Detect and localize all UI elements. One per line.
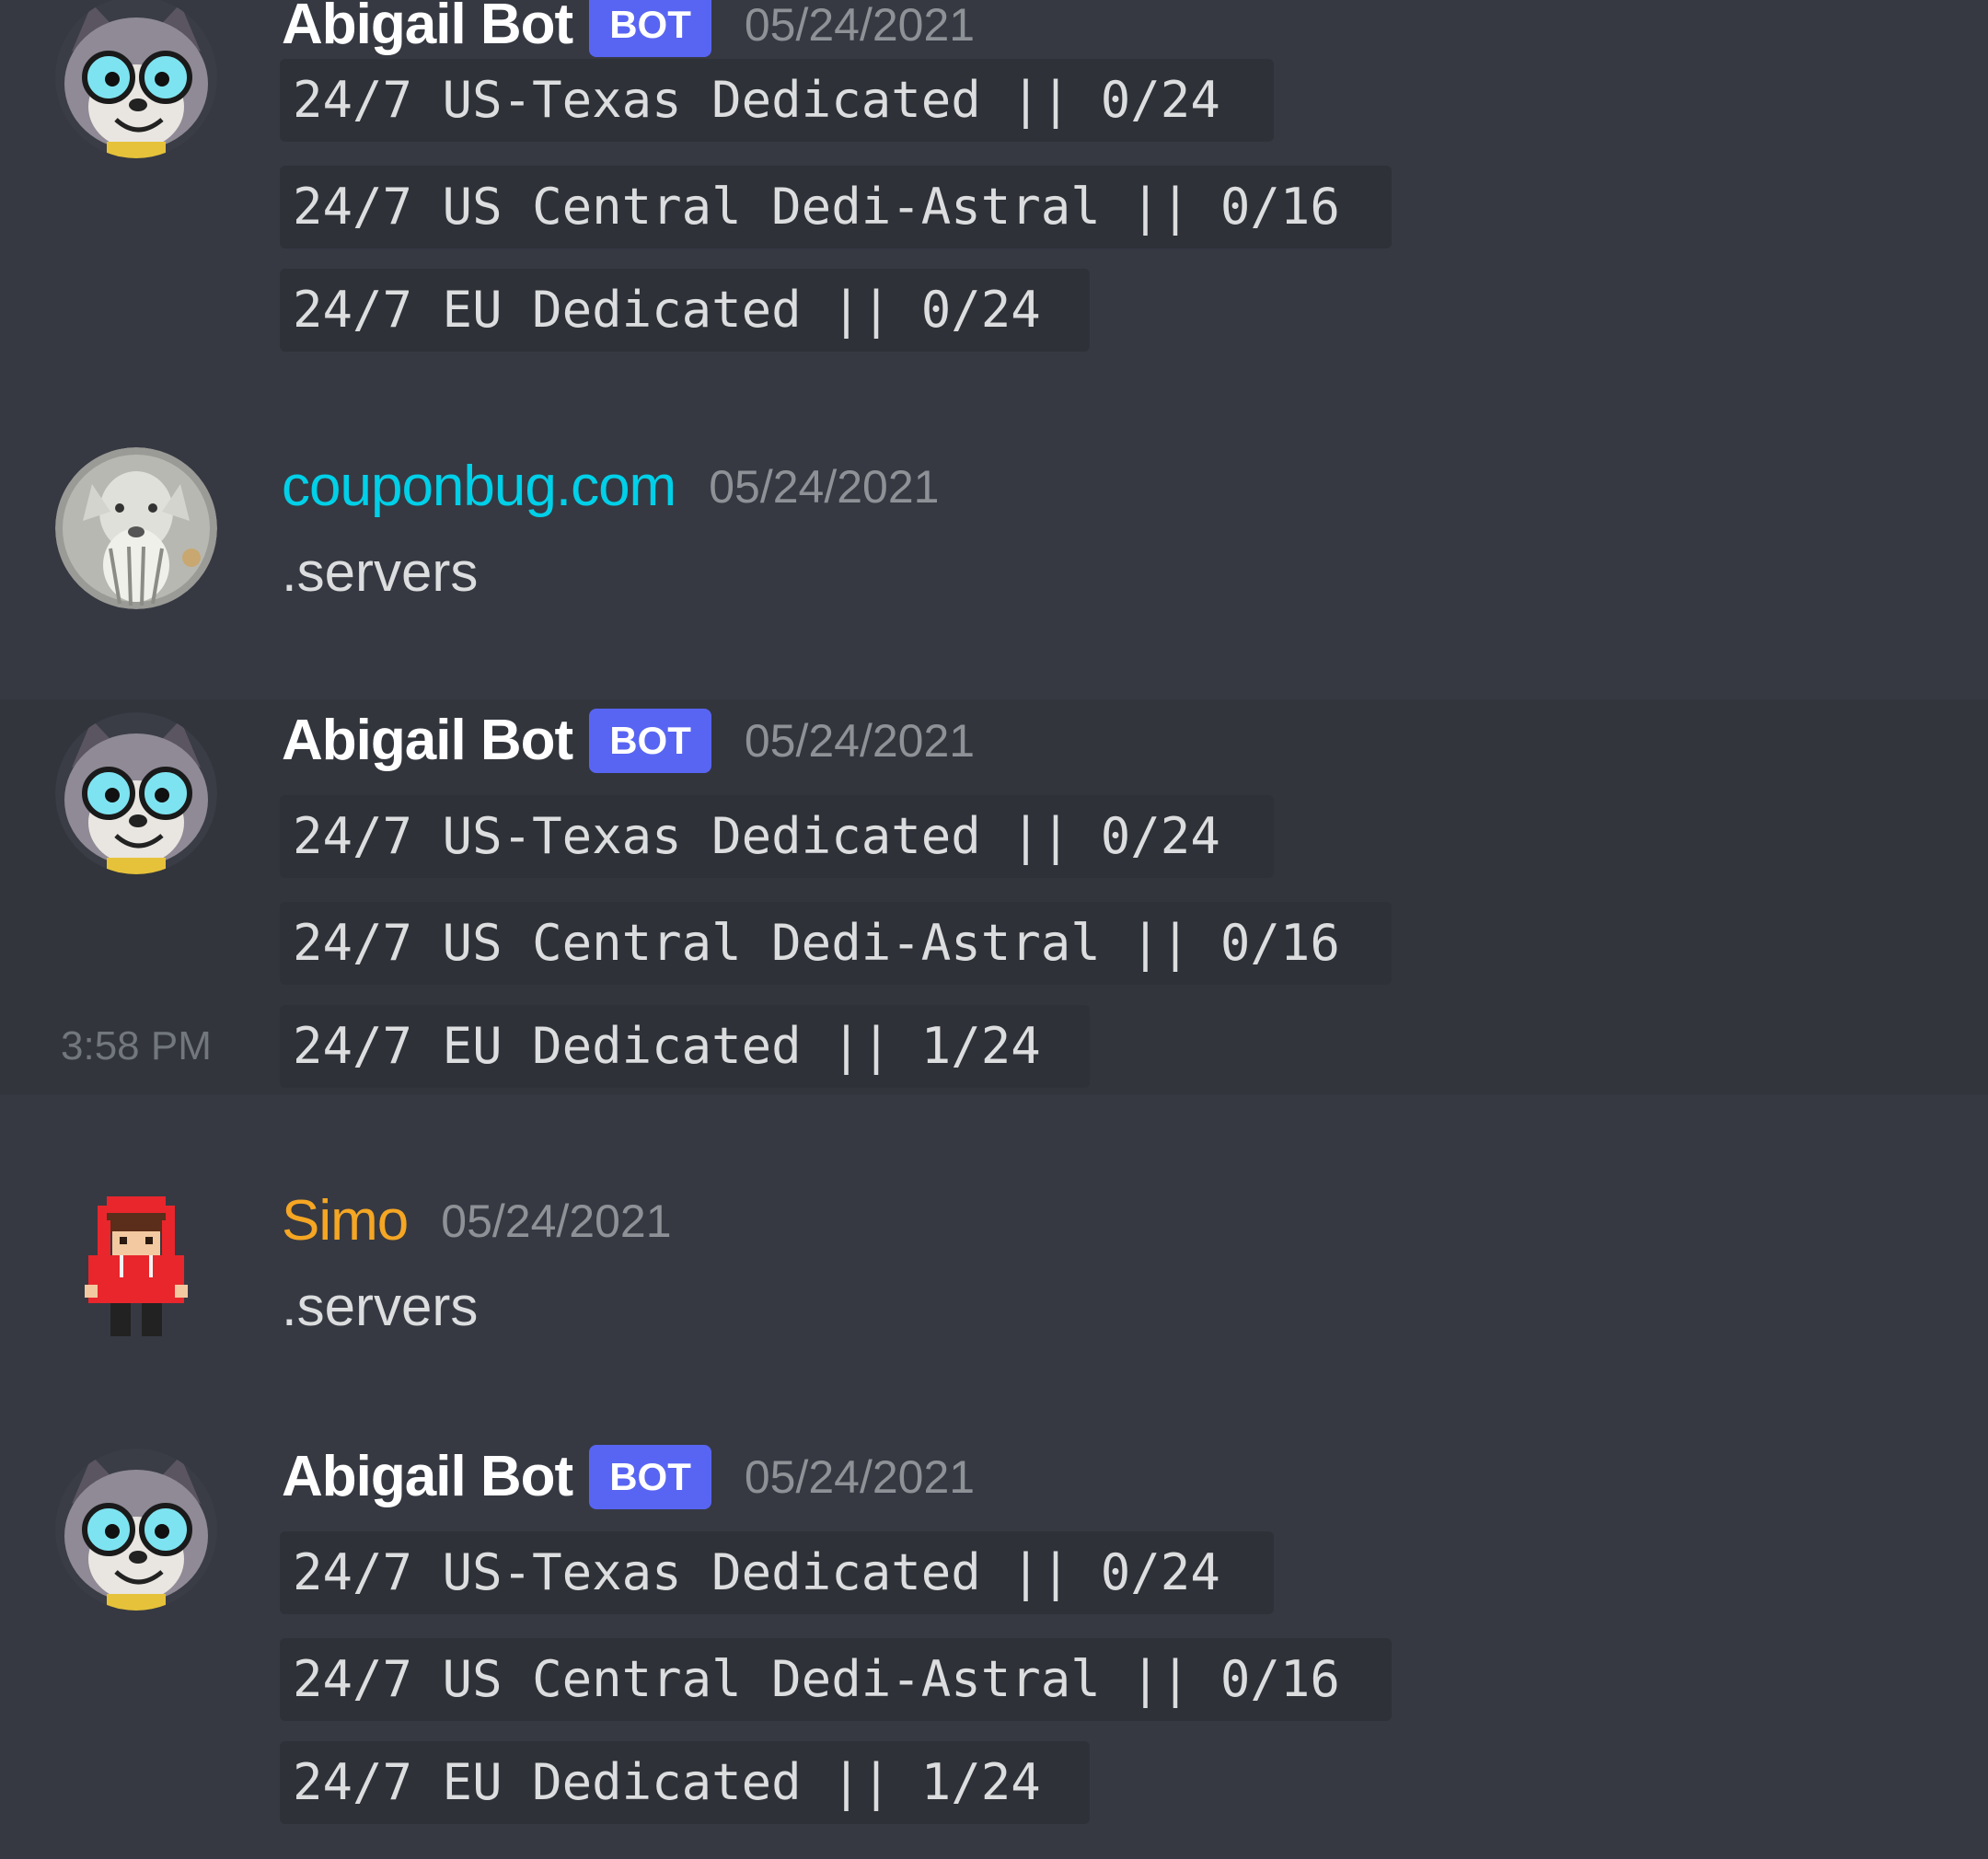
code-line: 24/7 US Central Dedi-Astral || 0/16 [280, 166, 1392, 248]
message-simo: Simo 05/24/2021 .servers [0, 1169, 1988, 1353]
message-header: Simo 05/24/2021 [282, 1189, 672, 1253]
message-timestamp: 05/24/2021 [744, 0, 976, 51]
chat-message-list: Abigail Bot BOT 05/24/2021 24/7 US-Texas… [0, 0, 1988, 1859]
code-line: 24/7 US-Texas Dedicated || 0/24 [280, 59, 1274, 142]
username[interactable]: couponbug.com [282, 455, 676, 519]
code-line: 24/7 US-Texas Dedicated || 0/24 [280, 1531, 1274, 1614]
message-couponbug: couponbug.com 05/24/2021 .servers [0, 433, 1988, 617]
raccoon-avatar-icon[interactable] [55, 1449, 217, 1611]
message-abigail-bot-1: Abigail Bot BOT 05/24/2021 24/7 US-Texas… [0, 0, 1988, 368]
message-timestamp: 05/24/2021 [744, 1451, 976, 1503]
message-header: couponbug.com 05/24/2021 [282, 455, 939, 519]
message-header: Abigail Bot BOT 05/24/2021 [282, 709, 975, 773]
bot-badge: BOT [589, 1445, 711, 1509]
username[interactable]: Simo [282, 1189, 409, 1253]
message-timestamp: 05/24/2021 [744, 715, 976, 767]
animal-photo-avatar-icon[interactable] [55, 447, 217, 609]
message-header: Abigail Bot BOT 05/24/2021 [282, 1445, 975, 1509]
message-text: .servers [282, 1276, 479, 1337]
message-abigail-bot-2: Abigail Bot BOT 05/24/2021 24/7 US-Texas… [0, 699, 1988, 1095]
code-line: 24/7 EU Dedicated || 1/24 [280, 1005, 1090, 1088]
code-line: 24/7 US-Texas Dedicated || 0/24 [280, 795, 1274, 878]
raccoon-avatar-icon[interactable] [55, 0, 217, 158]
message-header: Abigail Bot BOT 05/24/2021 [282, 0, 975, 57]
hover-timestamp: 3:58 PM [61, 1023, 212, 1068]
code-line: 24/7 EU Dedicated || 1/24 [280, 1741, 1090, 1824]
message-timestamp: 05/24/2021 [709, 461, 940, 513]
username[interactable]: Abigail Bot [282, 0, 573, 57]
pixel-character-avatar-icon[interactable] [55, 1193, 217, 1355]
message-timestamp: 05/24/2021 [441, 1195, 672, 1247]
bot-badge: BOT [589, 709, 711, 773]
message-text: .servers [282, 541, 479, 603]
message-abigail-bot-3: Abigail Bot BOT 05/24/2021 24/7 US-Texas… [0, 1436, 1988, 1841]
raccoon-avatar-icon[interactable] [55, 712, 217, 874]
bot-badge: BOT [589, 0, 711, 57]
code-line: 24/7 US Central Dedi-Astral || 0/16 [280, 902, 1392, 985]
username[interactable]: Abigail Bot [282, 1445, 573, 1509]
username[interactable]: Abigail Bot [282, 709, 573, 773]
code-line: 24/7 US Central Dedi-Astral || 0/16 [280, 1638, 1392, 1721]
code-line: 24/7 EU Dedicated || 0/24 [280, 269, 1090, 352]
